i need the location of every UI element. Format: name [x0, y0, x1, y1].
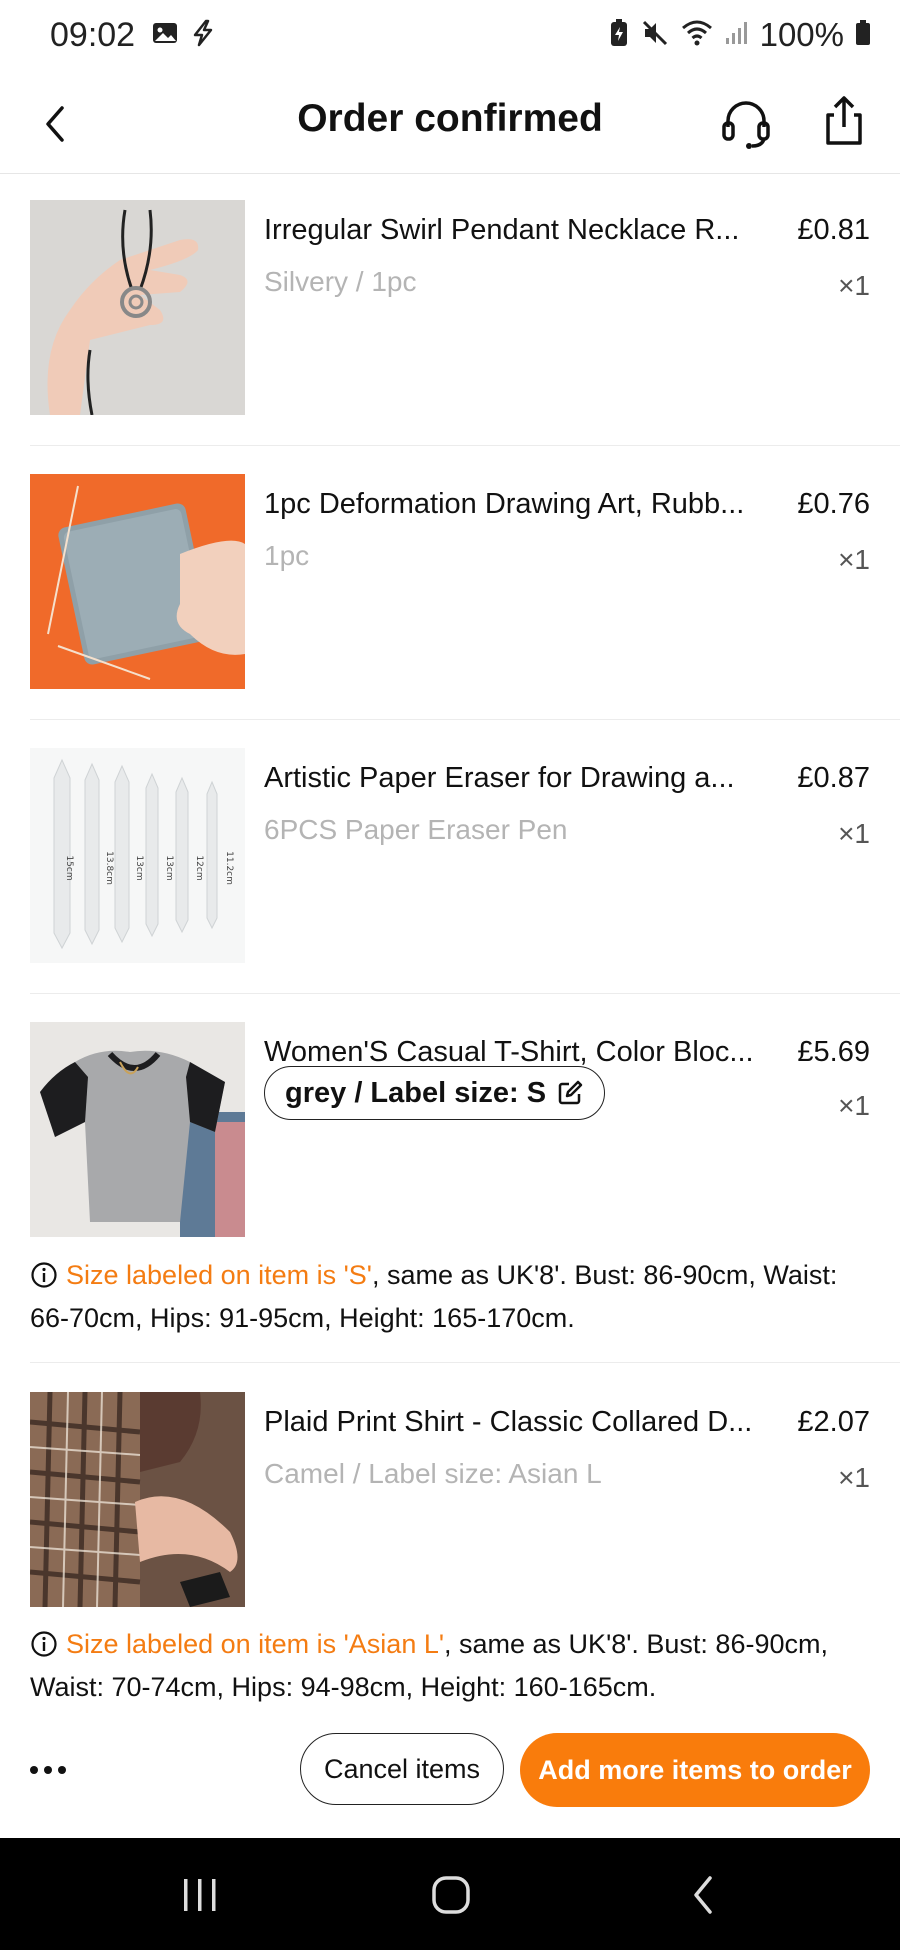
variant-chip-label: grey / Label size: S	[285, 1076, 547, 1109]
product-image-tshirt[interactable]	[30, 1022, 245, 1237]
wifi-icon	[680, 18, 714, 53]
image-label: 13.8cm	[104, 851, 114, 885]
info-icon	[30, 1261, 58, 1299]
add-more-items-button[interactable]: Add more items to order	[520, 1733, 870, 1807]
item-variant: Silvery / 1pc	[264, 266, 417, 297]
flash-icon	[188, 18, 218, 53]
info-icon	[30, 1630, 58, 1668]
status-time: 09:02	[50, 16, 136, 54]
order-item[interactable]: 1pc Deformation Drawing Art, Rubb... £0.…	[30, 474, 900, 694]
item-name[interactable]: Artistic Paper Eraser for Drawing a...	[264, 762, 794, 795]
image-label: 13cm	[134, 855, 144, 880]
item-quantity: ×1	[838, 544, 870, 575]
headset-icon	[722, 101, 770, 149]
divider	[30, 993, 900, 994]
item-variant: 6PCS Paper Eraser Pen	[264, 814, 568, 845]
product-image-plaid-shirt[interactable]	[30, 1392, 245, 1607]
item-quantity: ×1	[838, 818, 870, 849]
size-note: Size labeled on item is 'Asian L', same …	[30, 1625, 880, 1706]
bottom-action-bar: Cancel items Add more items to order	[0, 1708, 900, 1838]
image-label: 12cm	[194, 855, 204, 880]
battery-icon	[854, 18, 872, 53]
item-name[interactable]: Plaid Print Shirt - Classic Collared D..…	[264, 1406, 794, 1439]
item-price: £5.69	[797, 1036, 870, 1068]
image-icon	[150, 18, 180, 53]
item-name[interactable]: 1pc Deformation Drawing Art, Rubb...	[264, 488, 794, 521]
item-quantity: ×1	[838, 1090, 870, 1121]
edit-icon	[558, 1080, 583, 1105]
status-bar: 09:02 100%	[0, 0, 900, 75]
product-image-kneaded-eraser[interactable]	[30, 474, 245, 689]
item-variant: 1pc	[264, 540, 310, 571]
share-button[interactable]	[814, 91, 874, 151]
home-icon[interactable]	[416, 1868, 486, 1922]
item-variant: Camel / Label size: Asian L	[264, 1458, 602, 1489]
order-item[interactable]: Women'S Casual T-Shirt, Color Bloc... £5…	[30, 1022, 900, 1242]
size-note-highlight: Size labeled on item is 'Asian L'	[66, 1629, 445, 1659]
battery-level: 100%	[759, 16, 844, 53]
item-price: £2.07	[797, 1406, 870, 1438]
image-label: 15cm	[64, 855, 74, 880]
share-icon	[826, 96, 862, 145]
item-quantity: ×1	[838, 270, 870, 301]
product-image-paper-erasers[interactable]: 15cm 13.8cm 13cm 13cm 12cm 11.2cm	[30, 748, 245, 963]
system-nav-bar	[0, 1838, 900, 1950]
product-image-necklace[interactable]	[30, 200, 245, 415]
divider	[30, 445, 900, 446]
image-label: 13cm	[164, 855, 174, 880]
app-header: Order confirmed	[0, 75, 900, 174]
size-note-highlight: Size labeled on item is 'S'	[66, 1260, 372, 1290]
item-price: £0.81	[797, 214, 870, 246]
variant-selector[interactable]: grey / Label size: S	[264, 1066, 606, 1120]
recents-icon[interactable]	[165, 1868, 235, 1922]
item-name[interactable]: Women'S Casual T-Shirt, Color Bloc...	[264, 1036, 794, 1069]
mute-icon	[640, 18, 670, 53]
cancel-items-button[interactable]: Cancel items	[300, 1733, 504, 1805]
order-item[interactable]: 15cm 13.8cm 13cm 13cm 12cm 11.2cm Artist…	[30, 748, 900, 968]
item-name[interactable]: Irregular Swirl Pendant Necklace R...	[264, 214, 794, 247]
order-item[interactable]: Irregular Swirl Pendant Necklace R... £0…	[30, 200, 900, 420]
divider	[30, 1362, 900, 1363]
customer-service-button[interactable]	[716, 93, 776, 153]
signal-icon	[724, 18, 750, 53]
order-item[interactable]: Plaid Print Shirt - Classic Collared D..…	[30, 1392, 900, 1612]
item-quantity: ×1	[838, 1462, 870, 1493]
more-icon[interactable]	[26, 1748, 70, 1792]
battery-saver-icon	[608, 18, 630, 53]
item-price: £0.76	[797, 488, 870, 520]
item-price: £0.87	[797, 762, 870, 794]
size-note: Size labeled on item is 'S', same as UK'…	[30, 1256, 880, 1337]
divider	[30, 719, 900, 720]
nav-back-icon[interactable]	[668, 1868, 738, 1922]
image-label: 11.2cm	[224, 851, 234, 885]
